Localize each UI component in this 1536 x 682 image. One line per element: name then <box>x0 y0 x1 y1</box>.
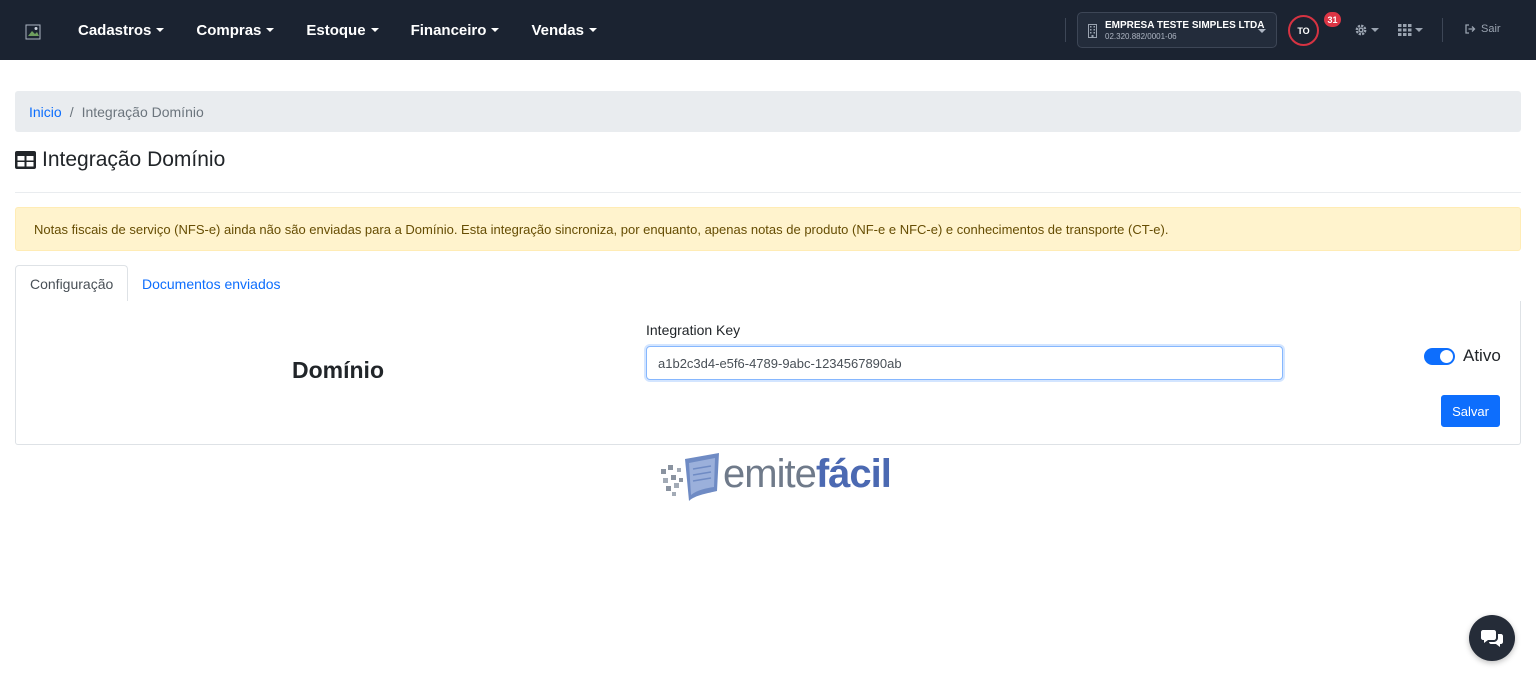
breadcrumb-home-link[interactable]: Inicio <box>29 104 62 120</box>
building-icon <box>1088 24 1097 38</box>
logout-link[interactable]: Sair <box>1465 23 1501 35</box>
caret-down-icon <box>266 28 275 32</box>
menu-financeiro[interactable]: Financeiro <box>395 0 516 60</box>
provider-name: Domínio <box>292 357 384 383</box>
breadcrumb: Inicio / Integração Domínio <box>15 91 1521 132</box>
chat-bubbles-icon <box>1481 630 1503 647</box>
menu-compras[interactable]: Compras <box>180 0 290 60</box>
page-title-text: Integração Domínio <box>42 148 226 171</box>
active-toggle[interactable]: Ativo <box>1424 346 1501 366</box>
toggle-label: Ativo <box>1463 346 1501 365</box>
config-panel: Domínio Integration Key Ativo Salvar <box>15 301 1521 445</box>
title-divider <box>15 192 1521 193</box>
notification-badge[interactable]: 31 <box>1324 12 1341 27</box>
brand-part1: emite <box>723 452 817 496</box>
emitefacil-logo: emitefácil <box>659 451 892 506</box>
company-cnpj: 02.320.882/0001-06 <box>1105 32 1177 41</box>
warning-alert: Notas fiscais de serviço (NFS-e) ainda n… <box>15 207 1521 251</box>
breadcrumb-current: Integração Domínio <box>81 103 204 120</box>
gear-icon <box>1355 24 1367 36</box>
menu-vendas[interactable]: Vendas <box>515 0 613 60</box>
tab-documentos-enviados[interactable]: Documentos enviados <box>128 265 295 302</box>
settings-dropdown[interactable] <box>1354 20 1379 40</box>
brand-part2: fácil <box>815 452 892 496</box>
menu-label: Vendas <box>531 21 584 39</box>
menu-label: Compras <box>196 21 262 39</box>
navbar-divider <box>1065 18 1066 42</box>
grid-icon <box>1398 24 1412 36</box>
main-menu: Cadastros Compras Estoque Financeiro Ven… <box>62 0 613 60</box>
menu-label: Cadastros <box>78 21 152 39</box>
toggle-switch[interactable] <box>1424 347 1455 365</box>
chat-button[interactable] <box>1469 615 1515 661</box>
menu-label: Estoque <box>306 21 366 39</box>
logout-label: Sair <box>1481 23 1501 35</box>
caret-down-icon <box>588 28 597 32</box>
user-avatar[interactable]: TO <box>1288 15 1319 46</box>
caret-down-icon <box>1415 28 1423 32</box>
table-icon <box>15 151 36 169</box>
integration-key-input[interactable] <box>646 346 1283 380</box>
caret-down-icon <box>491 28 500 32</box>
broken-logo-image-icon[interactable] <box>25 24 41 40</box>
sign-out-icon <box>1465 24 1476 34</box>
tabs-bar: Configuração Documentos enviados <box>15 265 1521 303</box>
integration-key-label: Integration Key <box>646 322 741 338</box>
company-name: EMPRESA TESTE SIMPLES LTDA <box>1105 20 1265 31</box>
navbar-divider <box>1442 18 1443 42</box>
company-selector[interactable]: EMPRESA TESTE SIMPLES LTDA 02.320.882/00… <box>1077 12 1277 48</box>
save-button[interactable]: Salvar <box>1441 395 1500 427</box>
caret-down-icon <box>370 28 379 32</box>
caret-down-icon <box>156 28 165 32</box>
page-title: Integração Domínio <box>15 148 225 172</box>
apps-dropdown[interactable] <box>1398 20 1423 40</box>
toggle-knob <box>1440 349 1453 363</box>
menu-cadastros[interactable]: Cadastros <box>62 0 180 60</box>
tab-configuracao[interactable]: Configuração <box>15 265 129 303</box>
document-logo-icon <box>661 453 719 501</box>
breadcrumb-separator: / <box>69 103 74 120</box>
top-navbar: Cadastros Compras Estoque Financeiro Ven… <box>0 0 1536 60</box>
caret-down-icon <box>1371 28 1379 32</box>
brand-wordmark: emitefácil <box>723 452 892 497</box>
menu-estoque[interactable]: Estoque <box>290 0 394 60</box>
menu-label: Financeiro <box>410 21 487 39</box>
warning-alert-text: Notas fiscais de serviço (NFS-e) ainda n… <box>34 221 1169 237</box>
caret-down-icon <box>1258 29 1266 33</box>
